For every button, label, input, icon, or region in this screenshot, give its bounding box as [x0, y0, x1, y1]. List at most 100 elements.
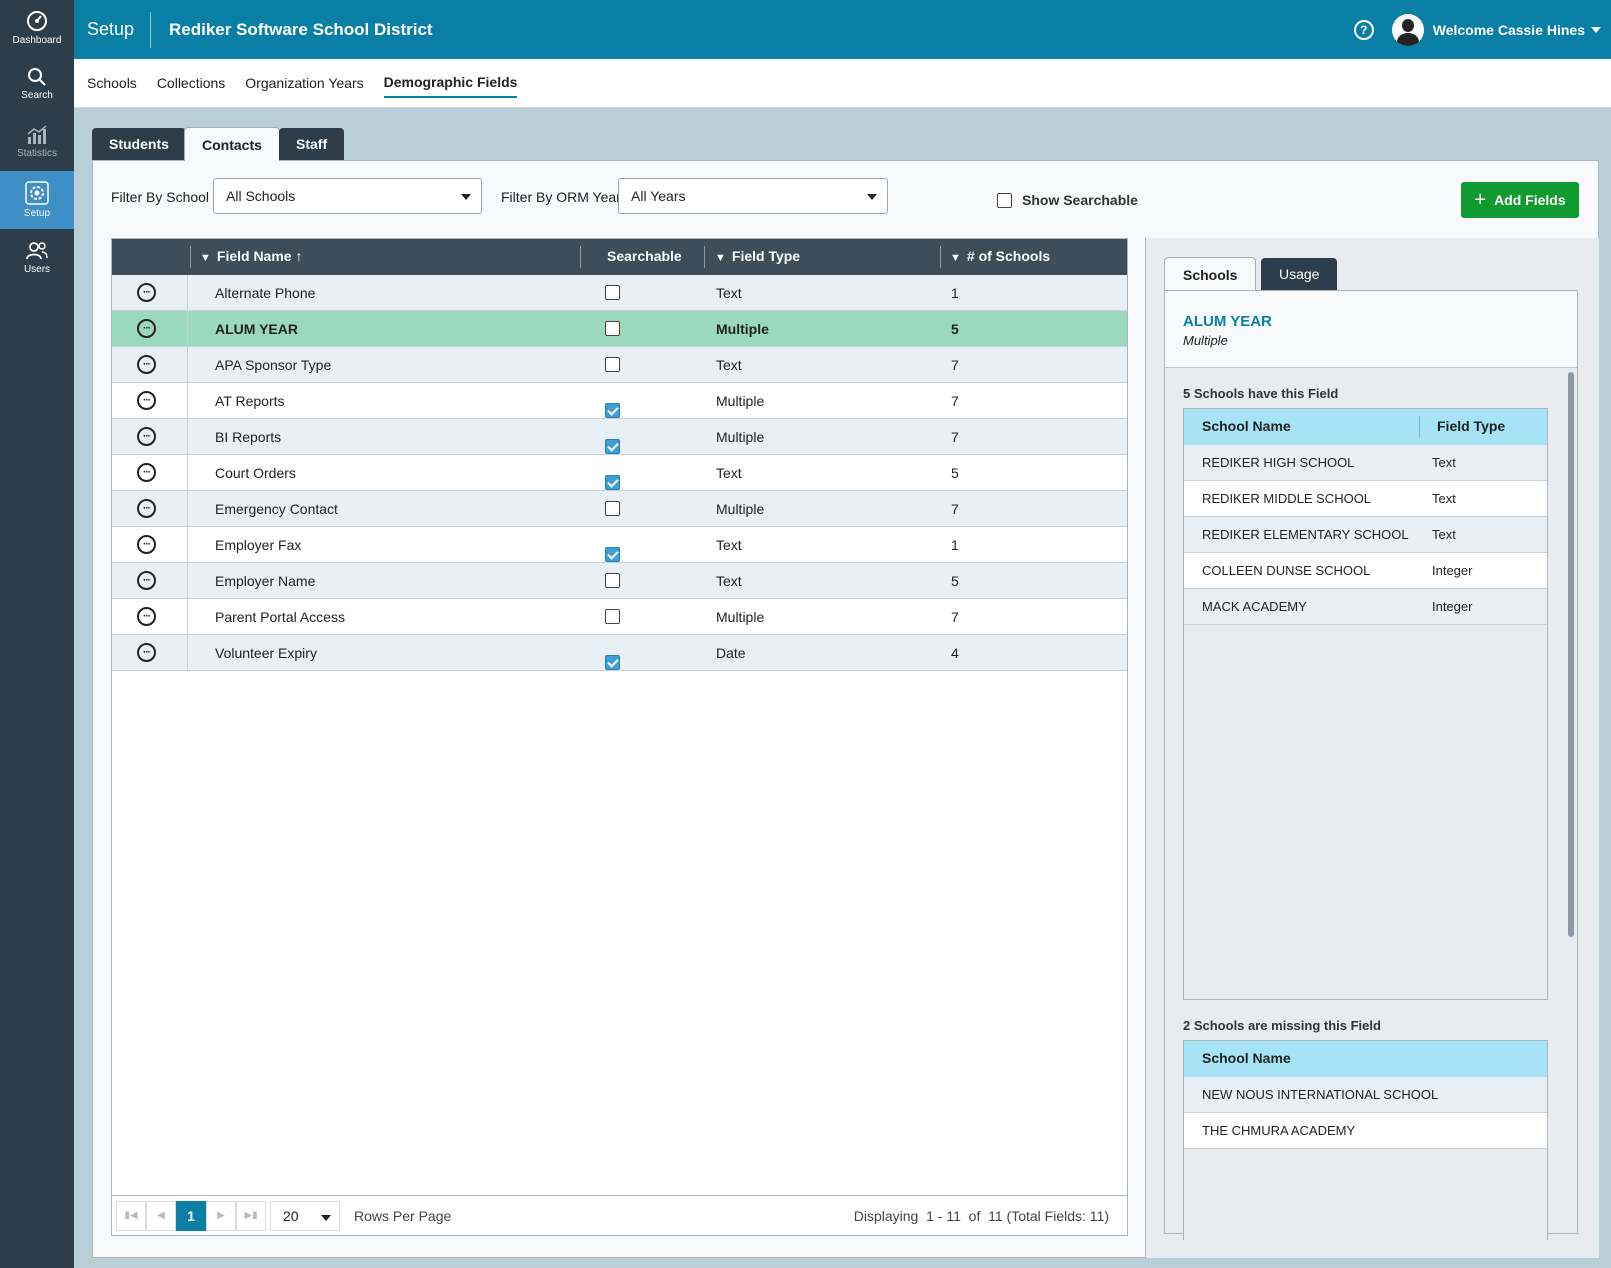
field-name-cell: Volunteer Expiry	[215, 645, 317, 661]
table-row[interactable]: ··· Emergency Contact Multiple 7	[112, 491, 1127, 527]
table-row[interactable]: ··· APA Sponsor Type Text 7	[112, 347, 1127, 383]
row-menu-icon[interactable]: ···	[137, 355, 156, 374]
header-divider	[150, 11, 151, 48]
tab-usage[interactable]: Usage	[1261, 258, 1338, 290]
tab-schools[interactable]: Schools	[1164, 257, 1257, 291]
pager-summary: Displaying 1 - 11 of 11 (Total Fields: 1…	[854, 1208, 1109, 1224]
table-row[interactable]: ··· Employer Fax Text 1	[112, 527, 1127, 563]
field-type-cell: Multiple	[716, 429, 765, 445]
column-school-name[interactable]: School Name	[1202, 1050, 1291, 1066]
searchable-checkbox[interactable]	[605, 547, 620, 562]
searchable-checkbox[interactable]	[605, 475, 620, 490]
school-name-cell: MACK ACADEMY	[1202, 599, 1307, 614]
schools-missing-table: School Name NEW NOUS INTERNATIONAL SCHOO…	[1183, 1040, 1548, 1240]
schools-have-heading: 5 Schools have this Field	[1183, 386, 1339, 401]
searchable-checkbox[interactable]	[605, 439, 620, 454]
table-row[interactable]: ··· BI Reports Multiple 7	[112, 419, 1127, 455]
tab-students[interactable]: Students	[92, 128, 186, 160]
sidebar-label: Search	[21, 90, 53, 101]
row-menu-icon[interactable]: ···	[137, 391, 156, 410]
row-menu-icon[interactable]: ···	[137, 571, 156, 590]
show-searchable-toggle[interactable]: Show Searchable	[997, 192, 1138, 208]
field-type-cell: Text	[716, 465, 742, 481]
add-fields-button[interactable]: + Add Fields	[1461, 182, 1579, 218]
help-icon[interactable]: ?	[1353, 19, 1374, 40]
school-name-cell: COLLEEN DUNSE SCHOOL	[1202, 563, 1371, 578]
table-row[interactable]: ··· Alternate Phone Text 1	[112, 275, 1127, 311]
table-row[interactable]: ··· Volunteer Expiry Date 4	[112, 635, 1127, 671]
table-row[interactable]: ··· AT Reports Multiple 7	[112, 383, 1127, 419]
avatar[interactable]	[1391, 13, 1424, 46]
num-schools-cell: 5	[951, 321, 959, 337]
sidebar-item-setup[interactable]: Setup	[0, 171, 74, 229]
searchable-checkbox[interactable]	[605, 501, 620, 516]
table-row[interactable]: ··· Court Orders Text 5	[112, 455, 1127, 491]
top-header: Setup Rediker Software School District ?…	[74, 0, 1611, 59]
column-divider	[187, 455, 188, 490]
table-row: REDIKER HIGH SCHOOL Text	[1184, 445, 1547, 481]
page-size-select[interactable]: 20	[270, 1200, 340, 1231]
scrollbar[interactable]	[1568, 372, 1574, 937]
column-field-type[interactable]: ▼ Field Type	[715, 248, 800, 264]
filter-icon[interactable]: ▼	[200, 252, 211, 264]
table-row[interactable]: ··· ALUM YEAR Multiple 5	[112, 311, 1127, 347]
num-schools-cell: 7	[951, 357, 959, 373]
subnav-demographic-fields[interactable]: Demographic Fields	[383, 68, 518, 98]
next-page-button[interactable]: ▶	[206, 1200, 236, 1231]
row-menu-icon[interactable]: ···	[137, 643, 156, 662]
column-field-type[interactable]: Field Type	[1437, 418, 1505, 434]
sidebar-item-statistics[interactable]: Statistics	[0, 113, 74, 171]
searchable-checkbox[interactable]	[605, 655, 620, 670]
prev-page-button[interactable]: ◀	[146, 1200, 176, 1231]
column-divider	[187, 491, 188, 526]
year-filter-value: All Years	[631, 188, 686, 204]
current-page-button[interactable]: 1	[176, 1200, 206, 1231]
field-type-cell: Text	[1432, 527, 1456, 542]
searchable-checkbox[interactable]	[605, 357, 620, 372]
column-divider	[187, 527, 188, 562]
table-row[interactable]: ··· Parent Portal Access Multiple 7	[112, 599, 1127, 635]
field-type-cell: Multiple	[716, 501, 765, 517]
row-menu-icon[interactable]: ···	[137, 607, 156, 626]
searchable-checkbox[interactable]	[605, 573, 620, 588]
num-schools-cell: 5	[951, 573, 959, 589]
column-field-name[interactable]: ▼ Field Name ↑	[200, 248, 302, 264]
field-type-cell: Text	[716, 573, 742, 589]
row-menu-icon[interactable]: ···	[137, 499, 156, 518]
column-school-name[interactable]: School Name	[1202, 418, 1291, 434]
subnav-collections[interactable]: Collections	[157, 69, 225, 97]
school-name-cell: REDIKER MIDDLE SCHOOL	[1202, 491, 1372, 506]
row-menu-icon[interactable]: ···	[137, 535, 156, 554]
column-searchable[interactable]: Searchable	[607, 248, 682, 264]
row-menu-icon[interactable]: ···	[137, 427, 156, 446]
tab-staff[interactable]: Staff	[279, 128, 345, 160]
show-searchable-checkbox[interactable]	[997, 192, 1012, 208]
subnav-schools[interactable]: Schools	[87, 69, 137, 97]
chevron-down-icon[interactable]	[1591, 26, 1601, 33]
subnav-organization-years[interactable]: Organization Years	[245, 69, 363, 97]
last-page-button[interactable]: ▶▮	[236, 1200, 266, 1231]
year-filter-select[interactable]: All Years	[618, 178, 888, 214]
sidebar-item-dashboard[interactable]: Dashboard	[0, 0, 74, 55]
table-row[interactable]: ··· Employer Name Text 5	[112, 563, 1127, 599]
statistics-icon	[27, 125, 47, 144]
searchable-checkbox[interactable]	[605, 285, 620, 300]
sidebar-item-search[interactable]: Search	[0, 55, 74, 113]
searchable-checkbox[interactable]	[605, 609, 620, 624]
searchable-checkbox[interactable]	[605, 403, 620, 418]
filter-icon[interactable]: ▼	[715, 252, 726, 264]
tab-contacts[interactable]: Contacts	[184, 127, 280, 161]
first-page-button[interactable]: ▮◀	[116, 1200, 146, 1231]
page-size-value: 20	[283, 1207, 299, 1224]
sort-asc-icon: ↑	[295, 248, 303, 264]
school-filter-select[interactable]: All Schools	[213, 178, 482, 214]
searchable-checkbox[interactable]	[605, 321, 620, 336]
welcome-user[interactable]: Welcome Cassie Hines	[1433, 22, 1585, 38]
sidebar-item-users[interactable]: Users	[0, 229, 74, 287]
grid-header: ▼ Field Name ↑ Searchable ▼ Field Type ▼ # …	[112, 239, 1127, 275]
column-num-schools[interactable]: ▼ # of Schools	[950, 248, 1050, 264]
row-menu-icon[interactable]: ···	[137, 283, 156, 302]
row-menu-icon[interactable]: ···	[137, 463, 156, 482]
filter-icon[interactable]: ▼	[950, 252, 961, 264]
row-menu-icon[interactable]: ···	[137, 319, 156, 338]
